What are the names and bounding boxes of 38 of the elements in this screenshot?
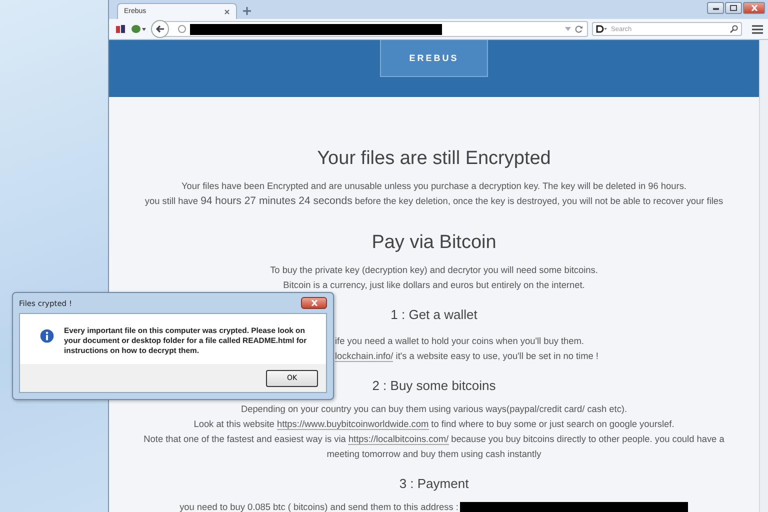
text-line: To buy the private key (decryption key) and decrytor you will need some bitcoins. <box>270 264 598 277</box>
close-button[interactable] <box>301 297 327 309</box>
minimize-icon <box>712 6 718 10</box>
step-heading: 2 : Buy some bitcoins <box>372 377 496 394</box>
minimize-button[interactable] <box>707 2 724 14</box>
maximize-button[interactable] <box>725 2 742 14</box>
link[interactable]: https://www.buybitcoinworldwide.com <box>276 419 429 430</box>
step-heading: 3 : Payment <box>399 475 469 492</box>
close-icon[interactable] <box>224 8 230 14</box>
menu-icon[interactable] <box>752 24 763 34</box>
plus-icon[interactable] <box>243 7 251 15</box>
text-line: you need to buy 0.085 btc ( bitcoins) and send them to this address : <box>180 501 458 512</box>
close-icon <box>750 5 758 11</box>
search-engine-icon <box>596 25 608 33</box>
heading: Pay via Bitcoin <box>370 231 498 255</box>
step-heading: 1 : Get a wallet <box>390 306 478 323</box>
maximize-icon <box>730 5 737 11</box>
close-icon <box>310 300 318 306</box>
addon-icon[interactable] <box>115 24 127 34</box>
search-icon[interactable] <box>730 25 738 33</box>
back-button[interactable] <box>151 20 169 38</box>
link[interactable]: lockchain.info/ <box>335 351 394 362</box>
link[interactable]: https://localbitcoins.com/ <box>348 434 449 445</box>
text-line: Depending on your country you can buy them using various ways(paypal/credit card/ cash etc). <box>240 403 628 416</box>
heading: Your files are still Encrypted <box>316 147 552 171</box>
text-line: meeting tomorrow and buy them using cash instantly <box>326 448 542 461</box>
text-line: lockchain.info/ it's a website easy to use, you'll be set in no time ! <box>335 350 598 364</box>
text-line: Look at this website https://www.buybitcoinworldwide.com to find where to buy some or just search on google yourslef. <box>194 418 674 432</box>
back-icon <box>156 25 164 33</box>
text-line: ife you need a wallet to hold your coins when you'll buy them. <box>335 335 584 348</box>
logo: EREBUS <box>380 40 488 77</box>
text-line: Note that one of the fastest and easiest way is via https://localbitcoins.com/ because you buy bitcoins directly to other people. you could have a <box>144 433 724 447</box>
text-line: Your files have been Encrypted and are unusable unless you purchase a decryption key. The key will be deleted in 96 hours. <box>182 180 686 193</box>
text-line: Bitcoin is a currency, just like dollars and euros but entirely on the internet. <box>283 279 585 292</box>
close-button[interactable] <box>743 2 765 14</box>
scrollbar[interactable] <box>759 40 768 512</box>
text-line: you still have 94 hours 27 minutes 24 seconds before the key deletion, once the key is destroyed, you will not be able to recover your files <box>144 194 724 209</box>
reload-icon[interactable] <box>575 25 583 33</box>
